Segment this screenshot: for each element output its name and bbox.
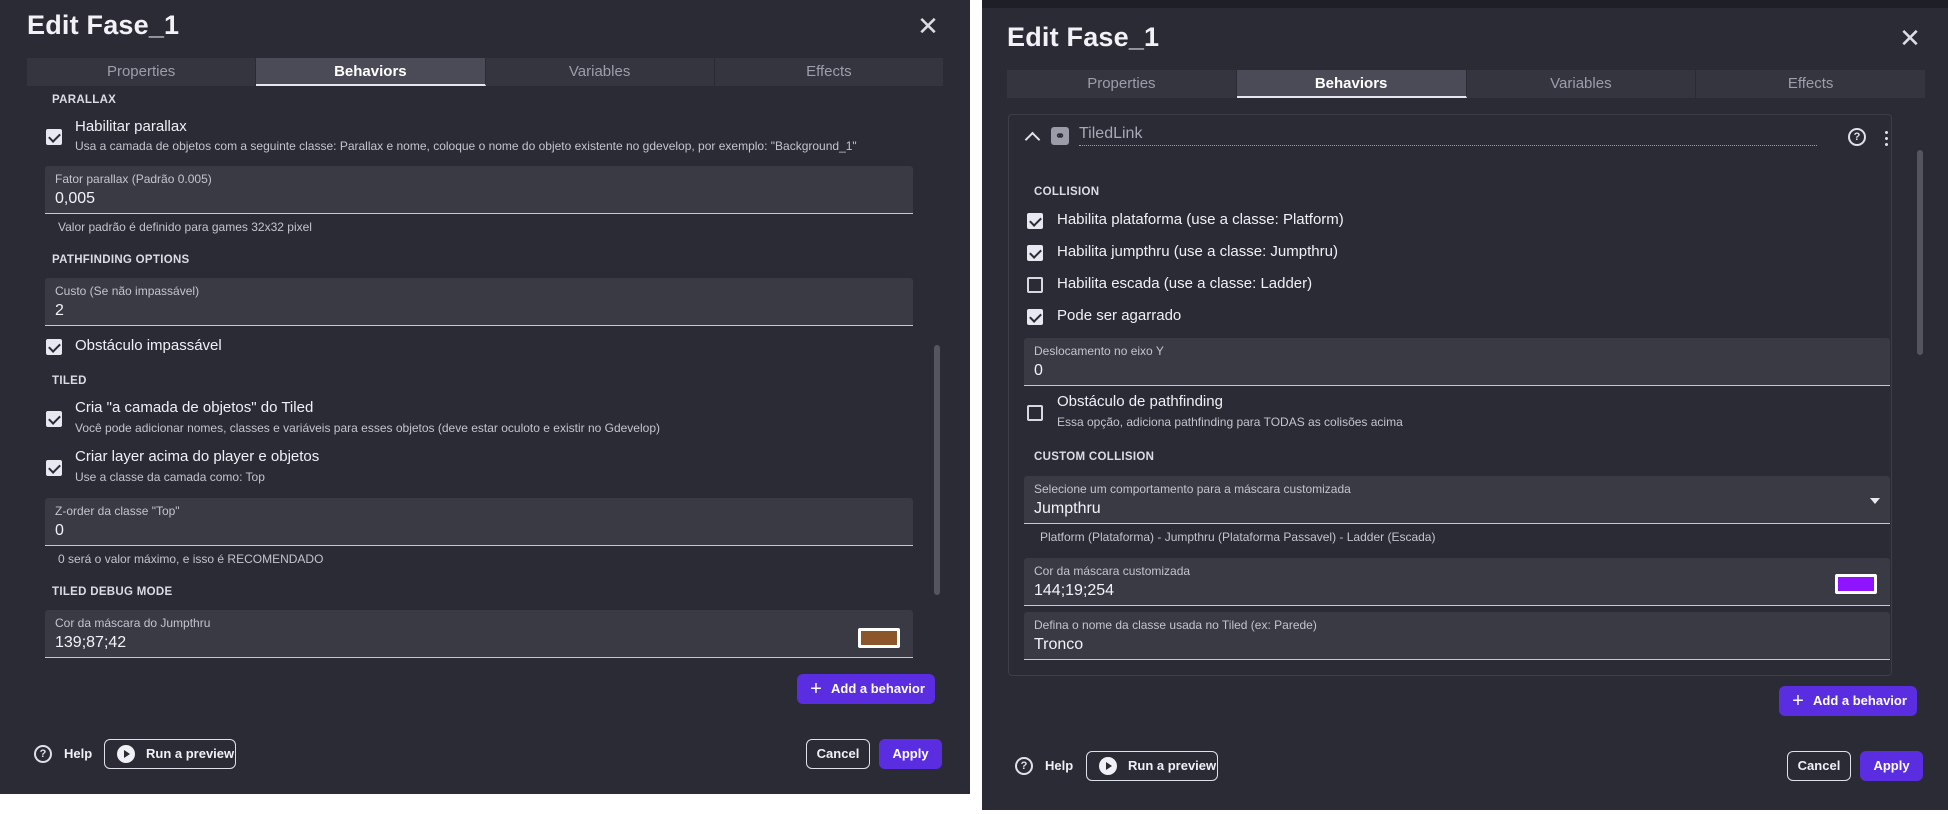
comportamento-label: Selecione um comportamento para a máscar… — [1034, 482, 1351, 496]
run-preview-button[interactable]: Run a preview — [104, 739, 236, 769]
zorder-value[interactable]: 0 — [55, 522, 64, 540]
fator-parallax-value[interactable]: 0,005 — [55, 190, 95, 208]
top-strip — [982, 0, 1948, 8]
tab-effects[interactable]: Effects — [715, 58, 943, 86]
habilita-escada-label: Habilita escada (use a classe: Ladder) — [1057, 275, 1313, 292]
color-swatch[interactable] — [1835, 574, 1877, 594]
cria-camada-desc: Você pode adicionar nomes, classes e var… — [75, 421, 660, 435]
plus-icon: + — [1792, 690, 1804, 712]
criar-layer-desc: Use a classe da camada como: Top — [75, 470, 265, 484]
custo-value[interactable]: 2 — [55, 302, 64, 320]
habilita-plataforma-label: Habilita plataforma (use a classe: Platf… — [1057, 211, 1344, 228]
criar-layer-checkbox[interactable] — [46, 460, 62, 476]
nome-classe-label: Defina o nome da classe usada no Tiled (… — [1034, 618, 1317, 632]
fator-parallax-field[interactable]: Fator parallax (Padrão 0.005) 0,005 — [45, 166, 913, 214]
add-behavior-button[interactable]: + Add a behavior — [1779, 686, 1917, 716]
obstaculo-pathfinding-checkbox[interactable] — [1027, 405, 1043, 421]
help-icon[interactable]: ? — [1015, 757, 1033, 775]
question-icon[interactable]: ? — [1848, 128, 1866, 146]
comportamento-select[interactable]: Selecione um comportamento para a máscar… — [1024, 476, 1890, 524]
deslocamento-field[interactable]: Deslocamento no eixo Y 0 — [1024, 338, 1890, 386]
fator-parallax-label: Fator parallax (Padrão 0.005) — [55, 172, 212, 186]
pode-agarrado-label: Pode ser agarrado — [1057, 307, 1182, 324]
habilitar-parallax-checkbox[interactable] — [46, 129, 62, 145]
habilitar-parallax-label: Habilitar parallax — [75, 118, 187, 135]
behaviors-content: COLLISION Habilita plataforma (use a cla… — [982, 160, 1922, 660]
tab-variables[interactable]: Variables — [1467, 70, 1697, 98]
section-debug: TILED DEBUG MODE — [52, 586, 173, 598]
dialog-title: Edit Fase_1 — [27, 10, 180, 40]
section-pathfinding: PATHFINDING OPTIONS — [52, 254, 190, 266]
cancel-button[interactable]: Cancel — [1787, 751, 1851, 781]
apply-button[interactable]: Apply — [1860, 751, 1923, 781]
section-parallax: PARALLAX — [52, 94, 117, 106]
cancel-button[interactable]: Cancel — [806, 739, 870, 769]
comportamento-help: Platform (Plataforma) - Jumpthru (Plataf… — [1040, 530, 1436, 544]
help-link[interactable]: Help — [1045, 755, 1073, 777]
fator-parallax-help: Valor padrão é definido para games 32x32… — [58, 220, 312, 234]
section-collision: COLLISION — [1034, 186, 1100, 198]
habilita-escada-checkbox[interactable] — [1027, 277, 1043, 293]
cor-jumpthru-label: Cor da máscara do Jumpthru — [55, 616, 211, 630]
habilita-jumpthru-label: Habilita jumpthru (use a classe: Jumpthr… — [1057, 243, 1338, 260]
link-icon: ⚭ — [1051, 127, 1069, 145]
tab-properties[interactable]: Properties — [27, 58, 257, 86]
pode-agarrado-checkbox[interactable] — [1027, 309, 1043, 325]
close-icon[interactable]: ✕ — [1898, 25, 1922, 51]
cria-camada-checkbox[interactable] — [46, 411, 62, 427]
deslocamento-label: Deslocamento no eixo Y — [1034, 344, 1164, 358]
obstaculo-label: Obstáculo impassável — [75, 337, 222, 354]
dropdown-arrow-icon[interactable] — [1870, 498, 1880, 504]
criar-layer-label: Criar layer acima do player e objetos — [75, 448, 320, 465]
zorder-help: 0 será o valor máximo, e isso é RECOMEND… — [58, 552, 324, 566]
nome-classe-value[interactable]: Tronco — [1034, 636, 1083, 654]
tab-properties[interactable]: Properties — [1007, 70, 1237, 98]
custo-label: Custo (Se não impassável) — [55, 284, 200, 298]
apply-button[interactable]: Apply — [879, 739, 942, 769]
comportamento-value[interactable]: Jumpthru — [1034, 500, 1101, 518]
cor-mascara-value[interactable]: 144;19;254 — [1034, 582, 1114, 600]
edit-object-dialog-right: Edit Fase_1 ✕ Properties Behaviors Varia… — [982, 0, 1948, 810]
run-preview-button[interactable]: Run a preview — [1086, 751, 1218, 781]
scrollbar[interactable] — [934, 345, 940, 595]
plus-icon: + — [810, 678, 822, 700]
habilita-jumpthru-checkbox[interactable] — [1027, 245, 1043, 261]
nome-classe-field[interactable]: Defina o nome da classe usada no Tiled (… — [1024, 612, 1890, 660]
play-icon — [117, 745, 135, 763]
zorder-label: Z-order da classe "Top" — [55, 504, 180, 518]
obstaculo-pathfinding-desc: Essa opção, adiciona pathfinding para TO… — [1057, 415, 1403, 429]
tab-bar: Properties Behaviors Variables Effects — [27, 58, 943, 86]
help-link[interactable]: Help — [64, 743, 92, 765]
tab-behaviors[interactable]: Behaviors — [1236, 70, 1467, 98]
help-icon[interactable]: ? — [34, 745, 52, 763]
play-icon — [1099, 757, 1117, 775]
cor-mascara-label: Cor da máscara customizada — [1034, 564, 1191, 578]
section-custom-collision: CUSTOM COLLISION — [1034, 451, 1155, 463]
tab-variables[interactable]: Variables — [486, 58, 715, 86]
cor-jumpthru-field[interactable]: Cor da máscara do Jumpthru 139;87;42 — [45, 610, 913, 658]
deslocamento-value[interactable]: 0 — [1034, 362, 1043, 380]
tab-effects[interactable]: Effects — [1696, 70, 1925, 98]
custo-field[interactable]: Custo (Se não impassável) 2 — [45, 278, 913, 326]
cor-jumpthru-value[interactable]: 139;87;42 — [55, 634, 126, 652]
zorder-field[interactable]: Z-order da classe "Top" 0 — [45, 498, 913, 546]
more-menu-icon[interactable] — [1885, 131, 1889, 149]
obstaculo-checkbox[interactable] — [46, 339, 62, 355]
cria-camada-label: Cria "a camada de objetos" do Tiled — [75, 399, 314, 416]
scrollbar[interactable] — [1917, 150, 1923, 355]
add-behavior-button[interactable]: + Add a behavior — [797, 674, 935, 704]
color-swatch[interactable] — [858, 628, 900, 648]
edit-object-dialog-left: Edit Fase_1 ✕ Properties Behaviors Varia… — [0, 0, 970, 794]
obstaculo-pathfinding-label: Obstáculo de pathfinding — [1057, 393, 1223, 410]
tab-bar: Properties Behaviors Variables Effects — [1007, 70, 1925, 98]
habilita-plataforma-checkbox[interactable] — [1027, 213, 1043, 229]
section-tiled: TILED — [52, 375, 87, 387]
cor-mascara-field[interactable]: Cor da máscara customizada 144;19;254 — [1024, 558, 1890, 606]
habilitar-parallax-desc: Usa a camada de objetos com a seguinte c… — [75, 139, 857, 153]
dialog-title: Edit Fase_1 — [1007, 22, 1160, 52]
behavior-name[interactable]: TiledLink — [1079, 125, 1817, 146]
tab-behaviors[interactable]: Behaviors — [256, 58, 486, 86]
behaviors-content: PARALLAX Habilitar parallax Usa a camada… — [0, 88, 955, 658]
close-icon[interactable]: ✕ — [916, 13, 940, 39]
